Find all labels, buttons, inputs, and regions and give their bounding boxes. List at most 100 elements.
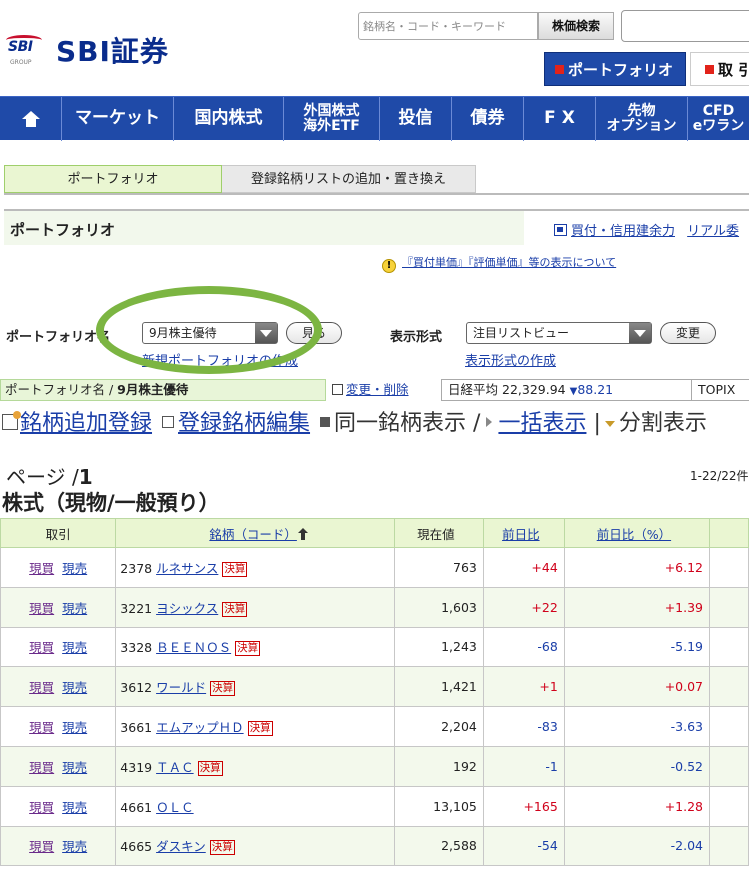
col-name[interactable]: 銘柄（コード） (115, 518, 395, 548)
pct-change-cell: -3.63 (563, 706, 711, 747)
stock-name-link[interactable]: ＯＬＣ (156, 800, 194, 815)
sell-link[interactable]: 現売 (62, 720, 87, 735)
table-row: 現買 現売 3328 ＢＥＥＮＯＳ 決算 1,243 -68 -5.19 (0, 626, 749, 668)
earnings-badge[interactable]: 決算 (222, 561, 248, 577)
chevron-down-icon (629, 323, 651, 343)
stock-name-link[interactable]: ＢＥＥＮＯＳ (156, 640, 231, 655)
price-cell: 192 (393, 745, 484, 787)
nikkei-value: 22,329.94 (502, 382, 566, 397)
edit-list-icon (162, 416, 175, 428)
edit-delete-link[interactable]: 変更・削除 (346, 382, 409, 397)
nav-fx[interactable]: F X (524, 97, 596, 141)
buy-link[interactable]: 現買 (29, 561, 54, 576)
earnings-badge[interactable]: 決算 (209, 840, 235, 856)
price-notice-link[interactable]: 『買付単価』『評価単価』等の表示について (402, 256, 616, 269)
nikkei-label: 日経平均 (448, 382, 499, 397)
sell-link[interactable]: 現売 (62, 839, 87, 854)
buy-link[interactable]: 現買 (29, 640, 54, 655)
nav-foreign-stock-line1: 外国株式 (303, 103, 360, 120)
buy-link[interactable]: 現買 (29, 601, 54, 616)
buy-link[interactable]: 現買 (29, 839, 54, 854)
new-portfolio-link[interactable]: 新規ポートフォリオの作成 (142, 350, 298, 369)
exclamation-icon: ! (382, 259, 396, 273)
current-portfolio: ポートフォリオ名 / 9月株主優待 (0, 379, 326, 401)
stock-name-link[interactable]: ダスキン (156, 839, 206, 854)
buy-link[interactable]: 現買 (29, 720, 54, 735)
sell-link[interactable]: 現売 (62, 601, 87, 616)
red-square-icon (705, 65, 714, 74)
buy-link[interactable]: 現買 (29, 680, 54, 695)
edit-stocks-link[interactable]: 登録銘柄編集 (178, 411, 310, 436)
sell-link[interactable]: 現売 (62, 680, 87, 695)
realtime-link[interactable]: リアル委 (687, 224, 739, 239)
tab-portfolio[interactable]: ポートフォリオ (4, 165, 222, 193)
stock-code: 3221 (120, 600, 153, 616)
nav-funds[interactable]: 投信 (380, 97, 452, 141)
stock-search-button[interactable]: 株価検索 (538, 12, 614, 40)
earnings-badge[interactable]: 決算 (222, 601, 248, 617)
create-display-format-link[interactable]: 表示形式の作成 (465, 350, 556, 369)
buy-link[interactable]: 現買 (29, 800, 54, 815)
stock-name-link[interactable]: ヨシックス (156, 601, 218, 616)
col-pct[interactable]: 前日比（%） (563, 518, 711, 548)
stock-name-cell: 4661 ＯＬＣ (115, 785, 395, 827)
nav-domestic-stock[interactable]: 国内株式 (174, 97, 284, 141)
price-notice: ! 『買付単価』『評価単価』等の表示について (382, 254, 616, 273)
sell-link[interactable]: 現売 (62, 800, 87, 815)
buying-power-link[interactable]: 買付・信用建余力 (571, 224, 675, 239)
nav-home[interactable] (0, 97, 62, 141)
col-change[interactable]: 前日比 (482, 518, 565, 548)
nav-cfd[interactable]: CFD eワラン (688, 97, 749, 141)
home-icon (21, 111, 40, 127)
sbi-logo[interactable]: SBI GROUP SBI証券 (6, 30, 169, 70)
stock-section-heading: 株式（現物/一般預り） (2, 491, 220, 515)
add-stock-link[interactable]: 銘柄追加登録 (20, 411, 152, 436)
nav-foreign-stock[interactable]: 外国株式 海外ETF (284, 97, 380, 141)
col-name-link[interactable]: 銘柄（コード） (209, 527, 297, 542)
display-format-value: 注目リストビュー (473, 326, 570, 340)
result-count: 1-22/22件 (690, 469, 749, 483)
add-stock-icon (2, 411, 21, 430)
nav-futures-options[interactable]: 先物 オプション (596, 97, 688, 141)
buy-link[interactable]: 現買 (29, 760, 54, 775)
col-extra (709, 518, 749, 548)
earnings-badge[interactable]: 決算 (247, 721, 273, 737)
earnings-badge[interactable]: 決算 (197, 760, 223, 776)
portfolio-tab-button[interactable]: ポートフォリオ (544, 52, 686, 86)
table-row: 現買 現売 2378 ルネサンス 決算 763 +44 +6.12 (0, 547, 749, 588)
stock-search-input[interactable]: 銘柄名・コード・キーワード (358, 12, 538, 40)
earnings-badge[interactable]: 決算 (210, 681, 236, 697)
change-cell: -1 (482, 745, 565, 787)
trade-tab-button[interactable]: 取 引 (690, 52, 749, 86)
trade-cell: 現買 現売 (0, 586, 117, 628)
nav-market[interactable]: マーケット (62, 97, 174, 141)
bulk-display-link[interactable]: 一括表示 (498, 411, 586, 436)
stock-name-link[interactable]: エムアップＨＤ (156, 720, 244, 735)
edit-portfolio: 変更・削除 (332, 379, 409, 401)
pct-change-cell: -2.04 (563, 825, 711, 867)
sell-link[interactable]: 現売 (62, 561, 87, 576)
stock-name-cell: 4665 ダスキン 決算 (115, 825, 395, 867)
sell-link[interactable]: 現売 (62, 760, 87, 775)
earnings-badge[interactable]: 決算 (235, 641, 261, 657)
triangle-down-icon (604, 421, 615, 427)
nav-bonds[interactable]: 債券 (452, 97, 524, 141)
stock-name-link[interactable]: ワールド (156, 680, 206, 695)
portfolio-select[interactable]: 9月株主優待 (142, 322, 278, 344)
stock-name-link[interactable]: ＴＡＣ (156, 760, 194, 775)
col-change-link[interactable]: 前日比 (502, 527, 540, 542)
section-links: 買付・信用建余力 リアル委 (524, 211, 749, 245)
portfolio-name-label: ポートフォリオ名 (6, 330, 111, 345)
tab-register-list[interactable]: 登録銘柄リストの追加・置き換え (222, 165, 476, 193)
stock-code: 4665 (120, 839, 153, 855)
sell-link[interactable]: 現売 (62, 640, 87, 655)
current-portfolio-prefix: ポートフォリオ名 / (5, 382, 114, 397)
display-format-select[interactable]: 注目リストビュー (466, 322, 652, 344)
change-display-button[interactable]: 変更 (660, 322, 716, 344)
split-display-label[interactable]: 分割表示 (619, 411, 707, 436)
stock-name-link[interactable]: ルネサンス (156, 561, 218, 576)
site-search-input[interactable] (621, 10, 749, 42)
col-pct-link[interactable]: 前日比（%） (597, 527, 671, 542)
view-portfolio-button[interactable]: 見る (286, 322, 342, 344)
stock-code: 3612 (120, 680, 153, 696)
